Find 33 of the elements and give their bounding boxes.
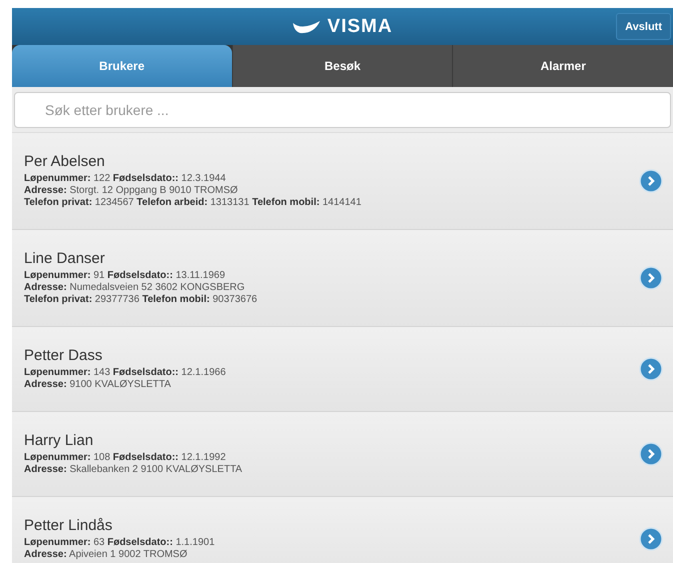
user-name: Line Danser	[24, 250, 106, 267]
user-row[interactable]: Petter Dass Løpenummer: 143 Fødselsdato:: 12.1.1966 Adresse: 9100 KVALØYSLETTA	[12, 327, 673, 412]
user-detail: Adresse: 9100 KVALØYSLETTA	[24, 379, 172, 391]
tab[interactable]: Alarmer	[452, 45, 673, 87]
user-name: Harry Lian	[24, 432, 94, 449]
user-detail: Løpenummer: 63 Fødselsdato:: 1.1.1901	[24, 537, 216, 549]
user-detail: Adresse: Storgt. 12 Oppgang B 9010 TROMSØ	[24, 185, 239, 197]
user-detail: Telefon privat: 29377736 Telefon mobil: 90373676	[24, 294, 258, 306]
search-field[interactable]: Søk etter brukere ...	[14, 92, 671, 128]
swoosh-icon	[292, 18, 322, 34]
tab[interactable]: Besøk	[232, 45, 452, 87]
user-detail: Telefon privat: 1234567 Telefon arbeid: 1313131 Telefon mobil: 1414141	[24, 197, 362, 209]
user-detail: Adresse: Numedalsveien 52 3602 KONGSBERG	[24, 282, 246, 294]
user-detail: Løpenummer: 143 Fødselsdato:: 12.1.1966	[24, 367, 227, 379]
logo-text: VISMA	[327, 16, 393, 38]
user-name: Per Abelsen	[24, 153, 106, 170]
user-row[interactable]: Harry Lian Løpenummer: 108 Fødselsdato:: 12.1.1992 Adresse: Skallebanken 2 9100 KVALØYSLETTA	[12, 412, 673, 497]
user-row[interactable]: Per Abelsen Løpenummer: 122 Fødselsdato:: 12.3.1944 Adresse: Storgt. 12 Oppgang B 9010 TROMSØ Telefon privat: 1234567 Telefon arbeid: 1313131 Telefon mobil: 1414141	[12, 133, 673, 230]
user-detail: Løpenummer: 91 Fødselsdato:: 13.11.1969	[24, 270, 226, 282]
chevron-right-icon[interactable]	[639, 357, 663, 381]
user-row[interactable]: Petter Lindås Løpenummer: 63 Fødselsdato:: 1.1.1901 Adresse: Apiveien 1 9002 TROMSØ	[12, 497, 673, 563]
chevron-right-icon[interactable]	[639, 442, 663, 466]
user-detail: Adresse: Apiveien 1 9002 TROMSØ	[24, 549, 188, 561]
user-name: Petter Lindås	[24, 517, 114, 534]
chevron-right-icon[interactable]	[639, 169, 663, 193]
user-row[interactable]: Line Danser Løpenummer: 91 Fødselsdato:: 13.11.1969 Adresse: Numedalsveien 52 3602 KONGSBERG Telefon privat: 29377736 Telefon mobil: 90373676	[12, 230, 673, 327]
exit-button[interactable]: Avslutt	[616, 13, 671, 40]
user-detail: Løpenummer: 108 Fødselsdato:: 12.1.1992	[24, 452, 227, 464]
chevron-right-icon[interactable]	[639, 527, 663, 551]
user-name: Petter Dass	[24, 347, 104, 364]
user-detail: Løpenummer: 122 Fødselsdato:: 12.3.1944	[24, 173, 227, 185]
chevron-right-icon[interactable]	[639, 266, 663, 290]
user-detail: Adresse: Skallebanken 2 9100 KVALØYSLETTA	[24, 464, 244, 476]
